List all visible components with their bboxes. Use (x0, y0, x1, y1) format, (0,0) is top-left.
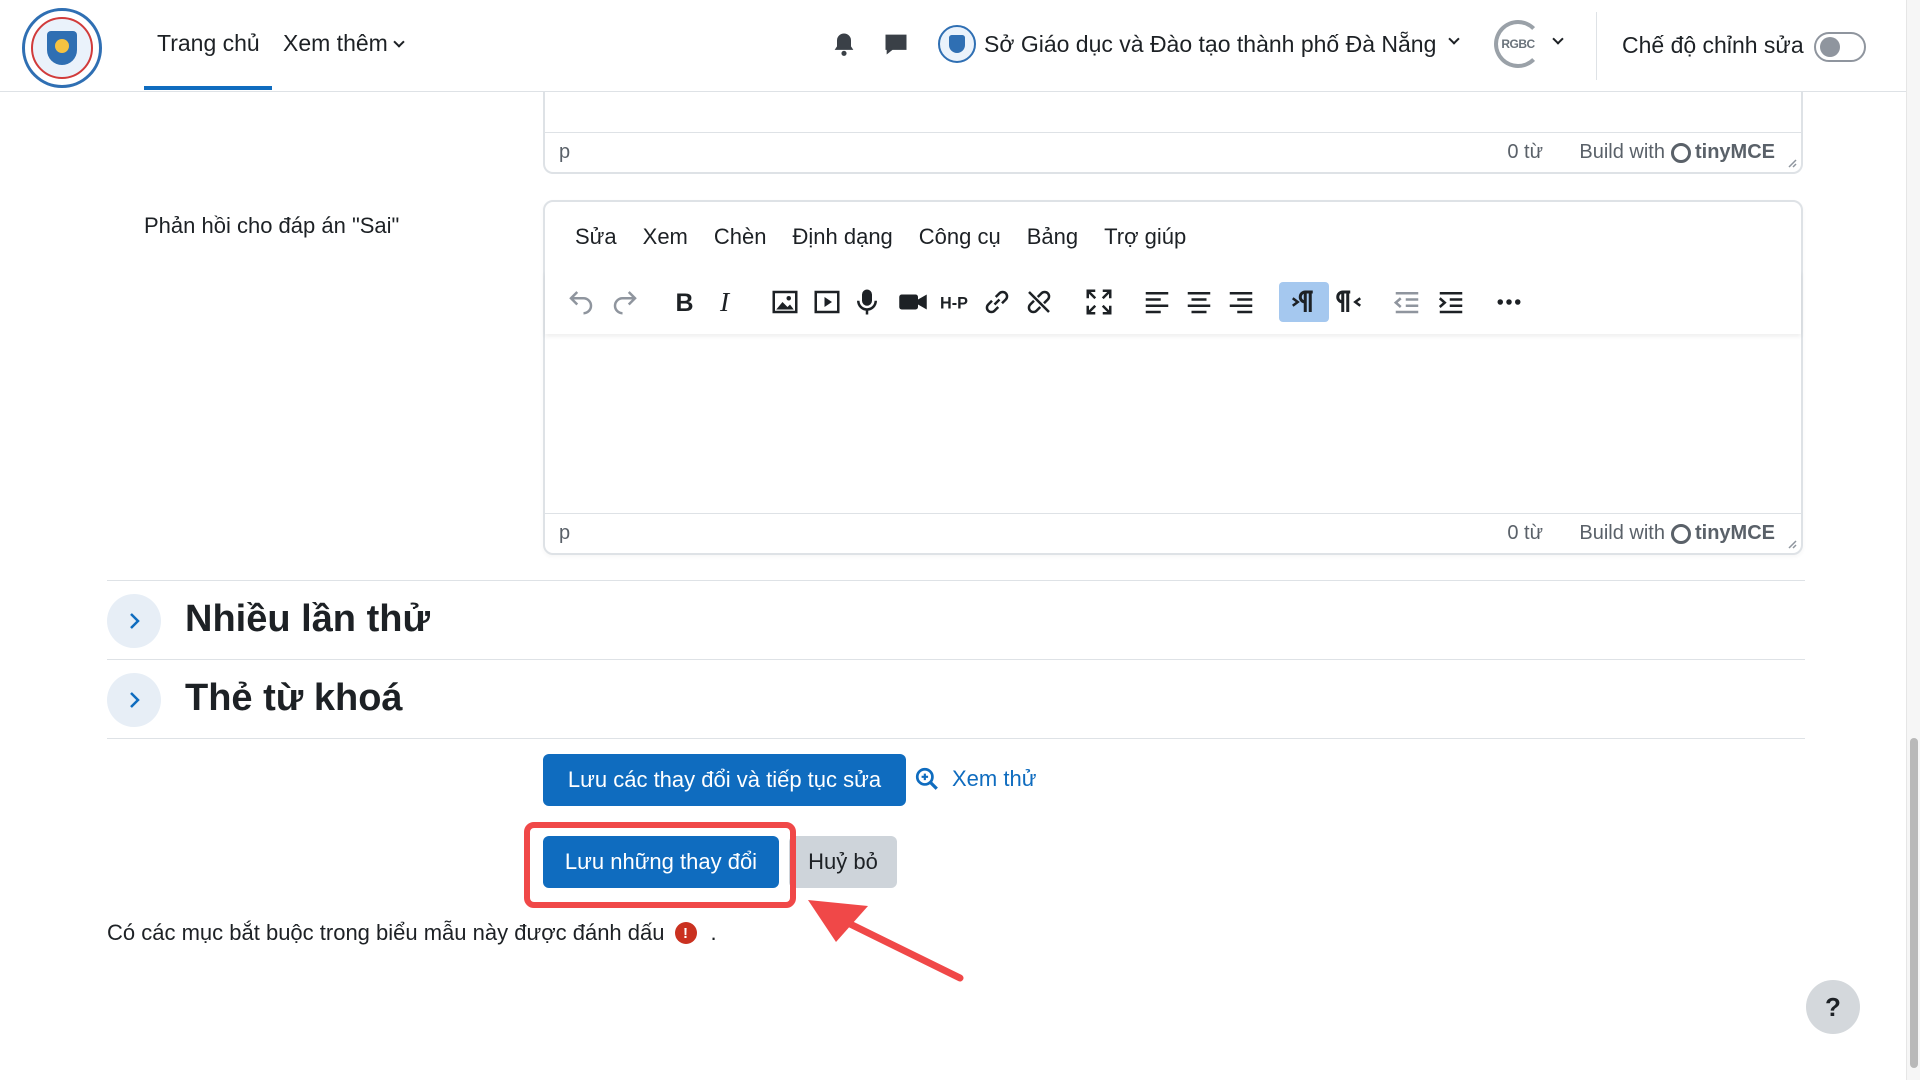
rtl-icon[interactable] (1329, 282, 1369, 322)
element-path[interactable]: p (559, 141, 570, 164)
align-center-icon[interactable] (1179, 282, 1219, 322)
active-nav-indicator (144, 86, 272, 90)
menu-view[interactable]: Xem (643, 224, 688, 250)
navbar-divider (1596, 12, 1597, 80)
media-icon[interactable] (807, 282, 847, 322)
section-divider (107, 580, 1805, 581)
help-button[interactable]: ? (1806, 980, 1860, 1034)
organization-avatar (938, 25, 976, 63)
build-with-label: Build with (1579, 522, 1665, 544)
section-title-multiple-tries[interactable]: Nhiều lần thử (185, 598, 430, 641)
video-record-icon[interactable] (893, 282, 933, 322)
site-logo[interactable] (22, 8, 102, 88)
tinymce-logo: tinyMCE (1671, 522, 1775, 545)
tinymce-icon (1671, 523, 1691, 544)
organization-menu[interactable]: Sở Giáo dục và Đào tạo thành phố Đà Nẵng (938, 24, 1461, 64)
align-left-icon[interactable] (1137, 282, 1177, 322)
more-icon[interactable] (1489, 282, 1529, 322)
top-navbar: Trang chủ Xem thêm Sở Giáo dục và Đào tạ… (0, 0, 1906, 92)
redo-icon[interactable] (605, 282, 645, 322)
user-menu[interactable]: RGBC (1494, 20, 1564, 68)
unlink-icon[interactable] (1019, 282, 1059, 322)
resize-handle-icon[interactable] (1785, 537, 1797, 549)
svg-text:H-P: H-P (940, 294, 968, 312)
outdent-icon[interactable] (1387, 282, 1427, 322)
ltr-icon[interactable] (1279, 282, 1329, 322)
user-avatar: RGBC (1494, 20, 1542, 68)
tinymce-branding[interactable]: Build with tinyMCE (1579, 522, 1775, 545)
chevron-down-icon (393, 36, 405, 48)
word-count[interactable]: 0 từ (1507, 141, 1543, 164)
page-scrollbar[interactable] (1906, 0, 1920, 1080)
organization-name: Sở Giáo dục và Đào tạo thành phố Đà Nẵng (984, 30, 1437, 57)
zoom-in-icon (915, 767, 938, 790)
feedback-true-editor: p 0 từ Build with tinyMCE (543, 92, 1803, 174)
feedback-false-editor: Sửa Xem Chèn Định dạng Công cụ Bảng Trợ … (543, 200, 1803, 555)
section-divider (107, 738, 1805, 739)
svg-text:I: I (719, 287, 731, 317)
edit-mode-label: Chế độ chỉnh sửa (1622, 32, 1804, 58)
preview-link[interactable]: Xem thử (914, 766, 1036, 792)
nav-home[interactable]: Trang chủ (157, 30, 260, 57)
editor-content-area[interactable] (545, 336, 1801, 511)
editor-statusbar: p 0 từ Build with tinyMCE (545, 513, 1801, 553)
cancel-button[interactable]: Huỷ bỏ (789, 836, 897, 888)
align-right-icon[interactable] (1221, 282, 1261, 322)
nav-more-label: Xem thêm (283, 30, 388, 56)
indent-icon[interactable] (1431, 282, 1471, 322)
h5p-icon[interactable]: H-P (935, 282, 975, 322)
highlight-box (524, 822, 796, 908)
required-fields-note: Có các mục bắt buộc trong biểu mẫu này đ… (107, 920, 717, 946)
tinymce-logo: tinyMCE (1671, 141, 1775, 164)
image-icon[interactable] (765, 282, 805, 322)
chevron-down-icon (1552, 33, 1564, 45)
word-count[interactable]: 0 từ (1507, 522, 1543, 545)
tinymce-branding[interactable]: Build with tinyMCE (1579, 141, 1775, 164)
editor-statusbar: p 0 từ Build with tinyMCE (545, 132, 1801, 172)
tinymce-brand-text: tinyMCE (1695, 522, 1775, 544)
menu-help[interactable]: Trợ giúp (1104, 224, 1186, 250)
expand-section-tags[interactable] (107, 673, 161, 727)
chevron-down-icon (1448, 33, 1461, 45)
build-with-label: Build with (1579, 141, 1665, 163)
fullscreen-icon[interactable] (1079, 282, 1119, 322)
messages-icon[interactable] (882, 30, 910, 58)
preview-label: Xem thử (952, 766, 1037, 791)
pointer-arrow-icon (808, 900, 964, 982)
editor-toolbar: B I H-P (545, 270, 1801, 334)
required-exclamation-icon: ! (674, 922, 697, 944)
nav-more-menu[interactable]: Xem thêm (283, 30, 405, 57)
link-icon[interactable] (977, 282, 1017, 322)
bold-icon[interactable]: B (663, 282, 703, 322)
chevron-right-icon (130, 692, 140, 708)
tinymce-icon (1671, 142, 1691, 163)
save-and-continue-button[interactable]: Lưu các thay đổi và tiếp tục sửa (543, 754, 906, 806)
edit-mode-toggle[interactable] (1814, 32, 1866, 62)
required-note-suffix: . (710, 920, 717, 945)
menu-insert[interactable]: Chèn (714, 224, 767, 250)
svg-text:B: B (676, 289, 694, 317)
element-path[interactable]: p (559, 522, 570, 545)
menu-edit[interactable]: Sửa (575, 224, 617, 250)
scrollbar-thumb[interactable] (1910, 738, 1918, 1068)
required-note-text: Có các mục bắt buộc trong biểu mẫu này đ… (107, 920, 665, 945)
chevron-right-icon (130, 613, 140, 629)
menu-tools[interactable]: Công cụ (919, 224, 1001, 250)
feedback-false-label: Phản hồi cho đáp án "Sai" (144, 213, 400, 238)
section-title-tags[interactable]: Thẻ từ khoá (185, 677, 403, 720)
expand-section-multiple-tries[interactable] (107, 594, 161, 648)
tinymce-brand-text: tinyMCE (1695, 141, 1775, 163)
italic-icon[interactable]: I (705, 282, 745, 322)
menu-format[interactable]: Định dạng (792, 224, 892, 250)
notification-bell-icon[interactable] (830, 30, 858, 58)
menu-table[interactable]: Bảng (1027, 224, 1078, 250)
audio-record-icon[interactable] (847, 282, 887, 322)
undo-icon[interactable] (561, 282, 601, 322)
section-divider (107, 659, 1805, 660)
editor-menubar: Sửa Xem Chèn Định dạng Công cụ Bảng Trợ … (575, 224, 1186, 250)
resize-handle-icon[interactable] (1785, 156, 1797, 168)
